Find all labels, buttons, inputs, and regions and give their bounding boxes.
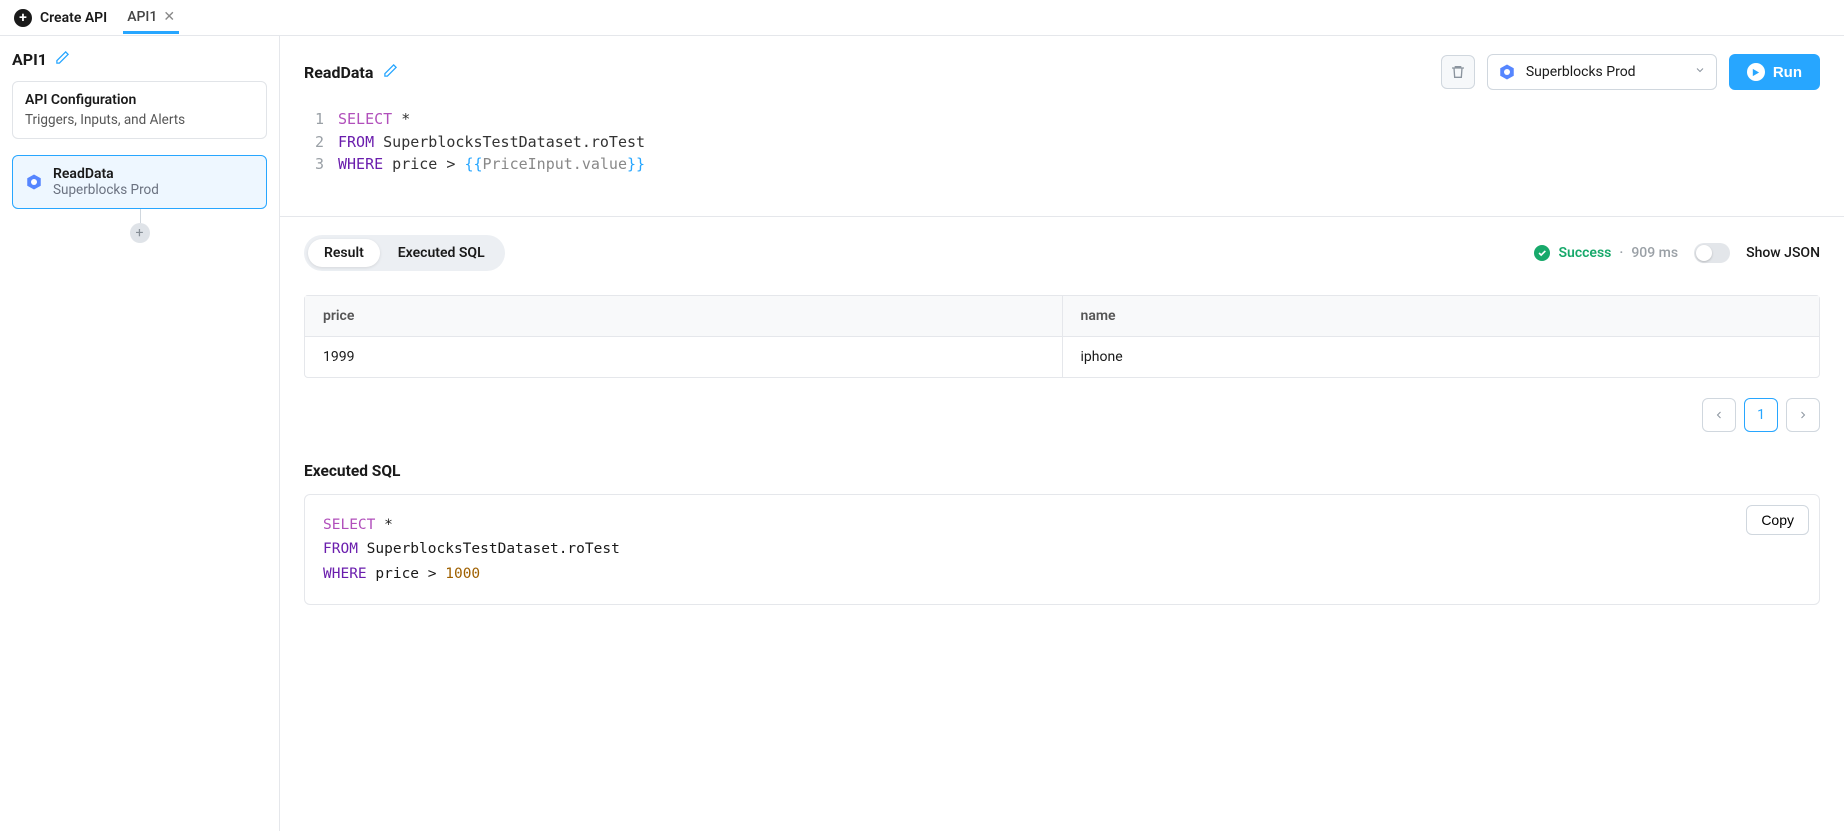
datasource-icon xyxy=(1498,63,1516,81)
status-separator: · xyxy=(1619,245,1623,261)
datasource-icon xyxy=(25,173,43,191)
tab-result[interactable]: Result xyxy=(308,239,380,267)
datasource-select[interactable]: Superblocks Prod xyxy=(1487,54,1717,90)
executed-sql-box: Copy SELECT * FROM SuperblocksTestDatase… xyxy=(304,494,1820,606)
edit-step-icon[interactable] xyxy=(383,63,398,82)
cell-price: 1999 xyxy=(305,337,1063,377)
step-name: ReadData xyxy=(53,166,159,182)
col-name: name xyxy=(1063,296,1820,336)
play-icon xyxy=(1747,63,1765,81)
edit-api-icon[interactable] xyxy=(55,50,70,69)
config-title: API Configuration xyxy=(25,92,254,108)
next-page-button[interactable] xyxy=(1786,398,1820,432)
status-label: Success xyxy=(1558,245,1611,261)
add-step-button[interactable]: + xyxy=(130,223,150,243)
config-sub: Triggers, Inputs, and Alerts xyxy=(25,112,254,128)
delete-button[interactable] xyxy=(1441,55,1475,89)
table-row: 1999 iphone xyxy=(305,337,1819,377)
api-title: API1 xyxy=(12,50,47,69)
executed-sql-title: Executed SQL xyxy=(304,462,1820,480)
api-config-card[interactable]: API Configuration Triggers, Inputs, and … xyxy=(12,81,267,139)
page-1-button[interactable]: 1 xyxy=(1744,398,1778,432)
show-json-toggle[interactable] xyxy=(1694,243,1730,263)
sql-editor[interactable]: 1 SELECT * 2 FROM SuperblocksTestDataset… xyxy=(280,98,1844,216)
line-number: 3 xyxy=(304,153,324,176)
tab-executed-sql[interactable]: Executed SQL xyxy=(382,239,501,267)
result-table: price name 1999 iphone xyxy=(304,295,1820,378)
step-title: ReadData xyxy=(304,63,373,82)
copy-button[interactable]: Copy xyxy=(1746,505,1809,535)
cell-name: iphone xyxy=(1063,337,1820,377)
result-tab-group: Result Executed SQL xyxy=(304,235,505,271)
datasource-value: Superblocks Prod xyxy=(1526,64,1636,80)
check-icon xyxy=(1534,245,1550,261)
prev-page-button[interactable] xyxy=(1702,398,1736,432)
create-api-button[interactable]: + Create API xyxy=(14,9,107,27)
tab-label: API1 xyxy=(127,9,157,25)
status-badge: Success · 909 ms xyxy=(1534,245,1678,261)
chevron-down-icon xyxy=(1694,64,1706,80)
show-json-label: Show JSON xyxy=(1746,245,1820,261)
step-datasource: Superblocks Prod xyxy=(53,182,159,198)
create-api-label: Create API xyxy=(40,10,107,26)
run-button[interactable]: Run xyxy=(1729,54,1820,90)
plus-icon: + xyxy=(14,9,32,27)
status-time: 909 ms xyxy=(1631,245,1678,261)
line-number: 1 xyxy=(304,108,324,131)
run-label: Run xyxy=(1773,64,1802,81)
step-readdata[interactable]: ReadData Superblocks Prod xyxy=(12,155,267,209)
col-price: price xyxy=(305,296,1063,336)
tab-api1[interactable]: API1 ✕ xyxy=(123,1,179,34)
line-number: 2 xyxy=(304,131,324,154)
close-icon[interactable]: ✕ xyxy=(163,9,175,25)
